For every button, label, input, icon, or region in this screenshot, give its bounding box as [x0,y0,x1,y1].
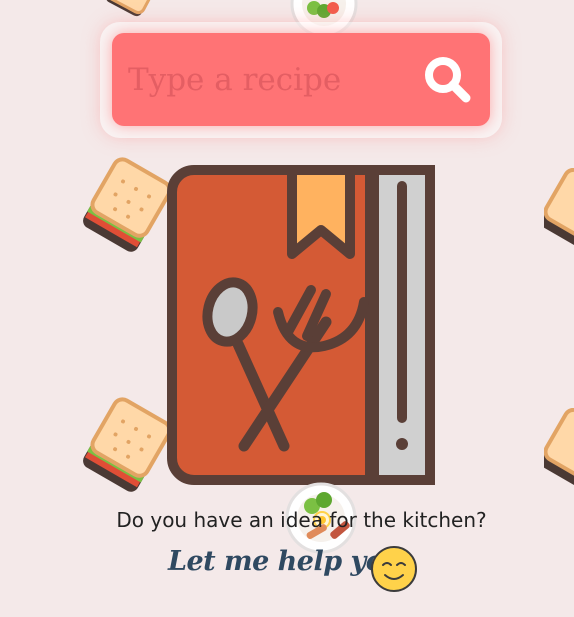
search-icon[interactable] [420,52,476,108]
smiley-icon [371,546,417,592]
sandwich-icon [544,168,574,248]
sandwich-icon [105,0,153,17]
sandwich-icon [83,397,170,492]
help-cta-text: Let me help you [168,546,403,577]
tagline: Do you have an idea for the kitchen? [116,508,487,532]
sandwich-icon [544,408,574,488]
search-input[interactable] [128,52,408,108]
sandwich-icon [83,157,170,252]
recipe-book-icon [167,165,435,485]
